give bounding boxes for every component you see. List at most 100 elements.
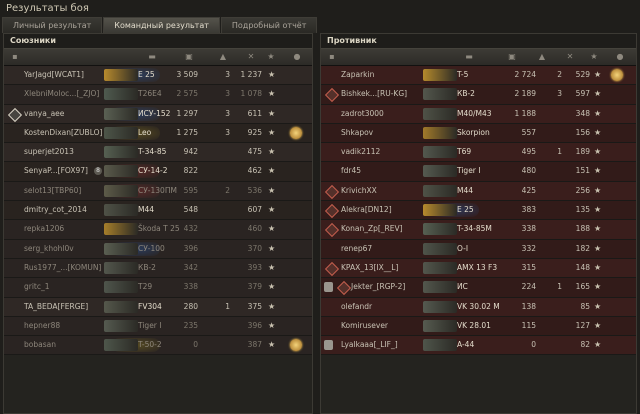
player-name[interactable]: TA_BEDA[FERGE]	[24, 298, 88, 316]
player-row[interactable]: YarJagd[WCAT1] E 25 3 509 3 1 237 ★	[4, 66, 312, 86]
kills-value	[216, 162, 230, 180]
xp-value: 387	[247, 340, 262, 350]
damage-value: 425	[521, 185, 536, 195]
player-row[interactable]: KrivichXX M44 425 256 ★	[321, 181, 636, 202]
player-row[interactable]: KostenDixan[ZUBLO] Leo 1 275 3 925 ★	[4, 123, 312, 144]
kills-icon[interactable]: ▲	[537, 52, 547, 62]
player-name[interactable]: KrivichXX	[341, 182, 377, 200]
player-name[interactable]: hepner88	[24, 317, 60, 335]
player-row[interactable]: Konan_Zp[_REV] T-34-85M 338 188 ★	[321, 220, 636, 240]
enemies-header: ▪ ▬ ▣ ▲ ✕ ★ ●	[321, 48, 636, 66]
star-icon: ★	[268, 89, 276, 99]
player-name[interactable]: selot13[TBP60]	[24, 182, 81, 200]
player-name[interactable]: fdr45	[341, 162, 361, 180]
squad-icon[interactable]: ▪	[327, 52, 337, 62]
tab-personal-result[interactable]: Личный результат	[2, 17, 103, 33]
player-row[interactable]: Rus1977_...[KOMUN] КВ-2 342 393 ★	[4, 258, 312, 279]
player-row[interactable]: hepner88 Tiger I 235 396 ★	[4, 316, 312, 337]
player-row[interactable]: Komirusever VK 28.01 115 127 ★	[321, 316, 636, 337]
player-row[interactable]: olefandr VK 30.02 M 138 85 ★	[321, 297, 636, 317]
player-icon[interactable]: ●	[292, 52, 302, 62]
player-row[interactable]: Alekra[DN12] E 25 383 135 ★	[321, 201, 636, 221]
player-row[interactable]: SenyaP...[FOX97] 8 СУ-14-2 822 462 ★	[4, 162, 312, 182]
kills-value: 3	[225, 127, 230, 137]
star-icon: ★	[594, 166, 602, 176]
xp-icon[interactable]: ✕	[246, 52, 256, 62]
tank-name: Skorpion	[457, 127, 490, 137]
player-name[interactable]: Rus1977_...[KOMUN]	[24, 259, 101, 277]
player-name[interactable]: Lyalkaaa[_LIF_]	[341, 336, 398, 354]
tab-detailed-report[interactable]: Подробный отчёт	[220, 17, 318, 33]
tank-image	[104, 184, 138, 197]
player-row[interactable]: selot13[TBP60] СУ-130ПМ 595 2 536 ★	[4, 181, 312, 202]
player-name[interactable]: bobasan	[24, 336, 56, 354]
damage-value: 2 189	[514, 89, 536, 99]
xp-value: 379	[247, 282, 262, 292]
player-row[interactable]: serg_khohl0v СУ-100 396 370 ★	[4, 239, 312, 259]
tank-name: Tiger I	[457, 166, 481, 176]
player-row[interactable]: vadik2112 T69 495 1 189 ★	[321, 143, 636, 163]
player-row[interactable]: bobasan T-50-2 0 387 ★	[4, 336, 312, 356]
medal-icon[interactable]: ★	[266, 52, 276, 62]
player-name[interactable]: renep67	[341, 240, 372, 258]
player-row[interactable]: Lyalkaaa[_LIF_] A-44 0 82 ★	[321, 336, 636, 356]
player-name[interactable]: Komirusever	[341, 317, 388, 335]
player-name[interactable]: Konan_Zp[_REV]	[341, 220, 403, 238]
player-row[interactable]: renep67 O-I 332 182 ★	[321, 239, 636, 259]
player-row[interactable]: repka1206 Škoda T 25 432 460 ★	[4, 220, 312, 240]
player-name[interactable]: Jekter_[RGP-2]	[351, 278, 405, 296]
xp-icon[interactable]: ✕	[565, 52, 575, 62]
damage-value: 342	[183, 262, 198, 272]
player-row[interactable]: Shkapov Skorpion 557 156 ★	[321, 123, 636, 144]
player-name[interactable]: Alekra[DN12]	[341, 201, 392, 219]
player-name[interactable]: dmitry_cot_2014	[24, 201, 87, 219]
kills-icon[interactable]: ▲	[218, 52, 228, 62]
tank-name: T29	[138, 282, 153, 292]
player-row[interactable]: gritc_1 T29 338 379 ★	[4, 278, 312, 298]
player-name[interactable]: Bishkek...[RU-KG]	[341, 85, 407, 103]
player-row[interactable]: XlebniMoloc...[_ZJO] T26E4 2 575 3 1 078 ★	[4, 85, 312, 105]
tab-team-result[interactable]: Командный результат	[103, 17, 220, 33]
class-badge-icon: 8	[94, 166, 102, 175]
player-row[interactable]: fdr45 Tiger I 480 151 ★	[321, 162, 636, 182]
player-row[interactable]: zadrot3000 M40/M43 1 188 348 ★	[321, 104, 636, 124]
player-name[interactable]: KostenDixan[ZUBLO]	[24, 124, 102, 142]
star-icon: ★	[268, 70, 276, 79]
tank-name: T-5	[457, 70, 469, 79]
tank-icon[interactable]: ▬	[454, 52, 484, 62]
player-row[interactable]: Jekter_[RGP-2] ИС 224 1 165 ★	[321, 278, 636, 298]
player-name[interactable]: serg_khohl0v	[24, 240, 74, 258]
player-icon[interactable]: ●	[615, 52, 625, 62]
player-row[interactable]: vanya_aee ИСУ-152 1 297 3 611 ★	[4, 104, 312, 124]
player-name[interactable]: YarJagd[WCAT1]	[24, 66, 84, 84]
medal-icon[interactable]: ★	[589, 52, 599, 62]
player-name[interactable]: repka1206	[24, 220, 64, 238]
xp-value: 597	[575, 89, 590, 99]
player-name[interactable]: gritc_1	[24, 278, 50, 296]
tank-icon[interactable]: ▬	[137, 52, 167, 62]
squad-icon[interactable]: ▪	[10, 52, 20, 62]
player-name[interactable]: SenyaP...[FOX97]	[24, 162, 88, 180]
player-name[interactable]: XlebniMoloc...[_ZJO]	[24, 85, 99, 103]
player-name[interactable]: KPAX_13[IX__L]	[341, 259, 398, 277]
player-name[interactable]: Zaparkin	[341, 66, 374, 84]
player-row[interactable]: dmitry_cot_2014 M44 548 607 ★	[4, 201, 312, 221]
player-name[interactable]: superjet2013	[24, 143, 74, 161]
player-name[interactable]: vadik2112	[341, 143, 380, 161]
player-name[interactable]: Shkapov	[341, 124, 373, 142]
player-name[interactable]: vanya_aee	[24, 105, 64, 123]
xp-value: 1 237	[240, 70, 262, 79]
player-name[interactable]: zadrot3000	[341, 105, 384, 123]
player-row[interactable]: Zaparkin T-5 2 724 2 529 ★	[321, 66, 636, 86]
player-name[interactable]: olefandr	[341, 298, 372, 316]
player-row[interactable]: superjet2013 T-34-85 942 475 ★	[4, 143, 312, 163]
damage-value: 495	[521, 147, 536, 157]
player-row[interactable]: Bishkek...[RU-KG] КВ-2 2 189 3 597 ★	[321, 85, 636, 105]
xp-value: 611	[247, 108, 262, 118]
tank-image	[104, 319, 138, 332]
player-row[interactable]: TA_BEDA[FERGE] FV304 280 1 375 ★	[4, 297, 312, 317]
damage-icon[interactable]: ▣	[507, 52, 517, 62]
damage-icon[interactable]: ▣	[184, 52, 194, 62]
player-row[interactable]: KPAX_13[IX__L] AMX 13 F3 315 148 ★	[321, 258, 636, 279]
kills-value: 3	[225, 70, 230, 79]
